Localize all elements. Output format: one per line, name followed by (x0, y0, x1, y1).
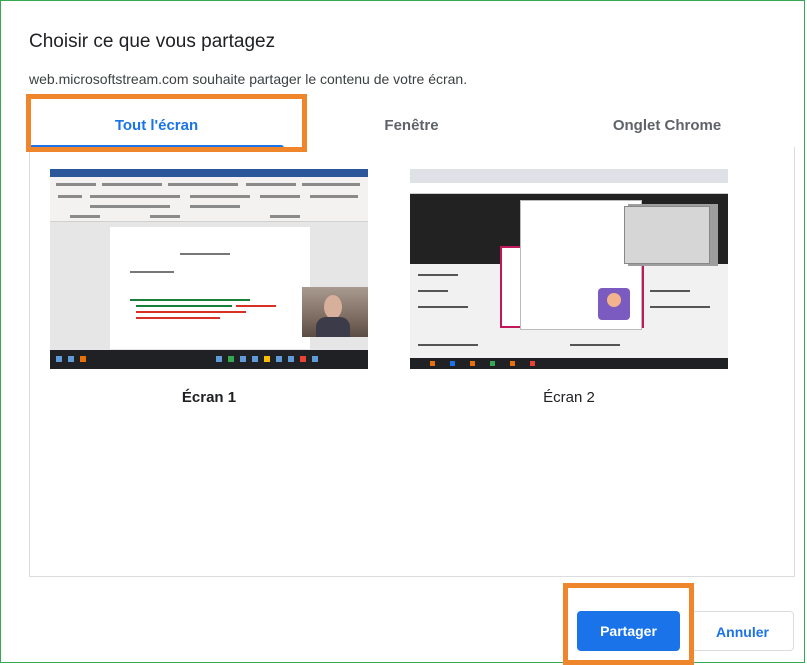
dialog-title: Choisir ce que vous partagez (29, 31, 276, 52)
sources-panel: Écran 1 Écran 2 (29, 147, 795, 577)
overlay-panel-inner (624, 206, 710, 264)
screen-option-2[interactable]: Écran 2 (410, 169, 728, 406)
browser-address-bar (410, 183, 728, 194)
webcam-preview (302, 287, 368, 337)
word-ribbon (50, 177, 368, 222)
screen-1-label: Écran 1 (181, 389, 237, 406)
source-tabs: Tout l'écran Fenêtre Onglet Chrome (29, 105, 795, 148)
tab-entire-screen[interactable]: Tout l'écran (29, 105, 284, 148)
cancel-button[interactable]: Annuler (691, 611, 794, 651)
word-titlebar (50, 169, 368, 177)
browser-tabstrip (410, 169, 728, 183)
share-button[interactable]: Partager (577, 611, 680, 651)
tab-chrome-tab[interactable]: Onglet Chrome (539, 105, 795, 147)
document-page (110, 227, 310, 349)
screen-2-label: Écran 2 (543, 389, 595, 406)
windows-taskbar (410, 358, 728, 369)
share-dialog: Choisir ce que vous partagez web.microso… (0, 0, 805, 663)
screen-option-1[interactable]: Écran 1 (50, 169, 368, 406)
screen-1-thumbnail (50, 169, 368, 369)
browser-content (410, 194, 728, 358)
avatar-illustration (598, 288, 630, 320)
dialog-subtitle: web.microsoftstream.com souhaite partage… (29, 71, 468, 87)
windows-taskbar (50, 350, 368, 369)
tab-window[interactable]: Fenêtre (284, 105, 539, 147)
screen-2-thumbnail (410, 169, 728, 369)
